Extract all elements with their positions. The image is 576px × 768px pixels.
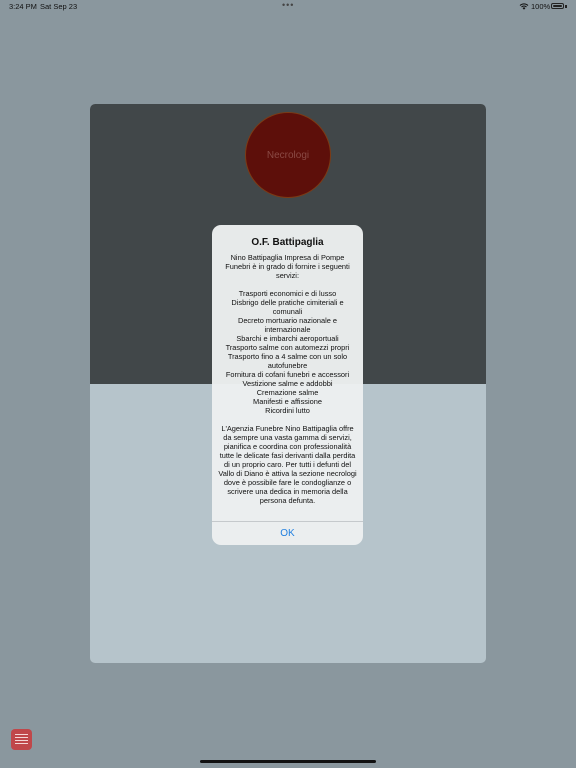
alert-ok-button[interactable]: OK: [212, 522, 363, 545]
status-date: Sat Sep 23: [40, 2, 78, 11]
battery-tip: [565, 5, 567, 8]
home-indicator[interactable]: [200, 760, 376, 763]
status-time: 3:24 PM: [9, 2, 37, 11]
alert-title: O.F. Battipaglia: [251, 237, 324, 248]
battery-percentage: 100%: [531, 2, 551, 11]
necrologi-label: Necrologi: [266, 149, 310, 161]
battery-icon: [551, 3, 564, 9]
multitasking-dots[interactable]: •••: [282, 0, 294, 10]
alert-message: Nino Battipaglia Impresa di Pompe Funebr…: [218, 253, 357, 505]
status-bar: 3:24 PM Sat Sep 23 ••• 100%: [0, 0, 576, 14]
necrologi-button[interactable]: Necrologi: [245, 112, 331, 198]
wifi-icon: [519, 3, 529, 10]
alert-dialog: O.F. Battipaglia Nino Battipaglia Impres…: [212, 225, 363, 545]
menu-button[interactable]: [11, 729, 32, 750]
